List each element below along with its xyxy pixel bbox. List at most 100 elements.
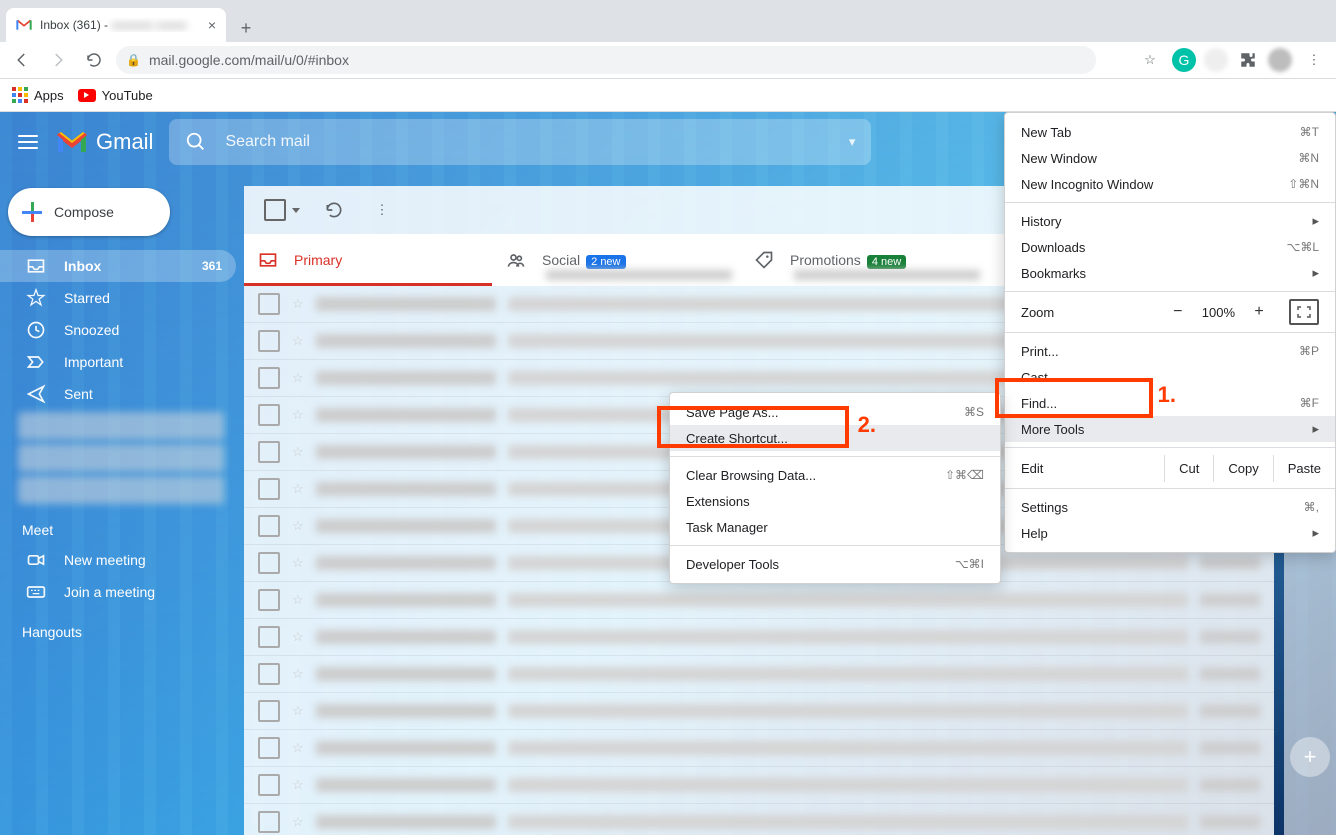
row-checkbox[interactable] [258, 700, 280, 722]
add-addon-button[interactable]: + [1290, 737, 1330, 777]
search-input[interactable] [223, 132, 832, 152]
category-tab-primary[interactable]: Primary [244, 234, 492, 286]
menu-item-task-manager[interactable]: Task Manager [670, 514, 1000, 540]
menu-item-find[interactable]: Find...⌘F [1005, 390, 1335, 416]
gmail-logo[interactable]: Gmail [56, 129, 153, 155]
sidebar-item-inbox[interactable]: Inbox361 [0, 250, 236, 282]
search-options-caret-icon[interactable]: ▾ [849, 134, 856, 150]
row-checkbox[interactable] [258, 478, 280, 500]
row-star-icon[interactable]: ☆ [292, 296, 304, 312]
row-star-icon[interactable]: ☆ [292, 555, 304, 571]
fullscreen-button[interactable] [1289, 299, 1319, 325]
edit-cut-button[interactable]: Cut [1165, 455, 1214, 482]
gmail-brand-text: Gmail [96, 129, 153, 155]
menu-item-shortcut: ⇧⌘N [1288, 177, 1319, 191]
menu-item-clear-browsing-data[interactable]: Clear Browsing Data...⇧⌘⌫ [670, 462, 1000, 488]
chrome-menu-button[interactable]: ⋮ [1300, 46, 1328, 74]
mail-row[interactable]: ☆ [244, 767, 1274, 804]
row-star-icon[interactable]: ☆ [292, 814, 304, 830]
menu-item-create-shortcut[interactable]: Create Shortcut... [670, 425, 1000, 451]
row-star-icon[interactable]: ☆ [292, 333, 304, 349]
close-tab-icon[interactable]: × [208, 17, 216, 33]
zoom-in-button[interactable]: + [1247, 300, 1271, 324]
omnibox[interactable]: 🔒 mail.google.com/mail/u/0/#inbox [116, 46, 1096, 74]
row-star-icon[interactable]: ☆ [292, 666, 304, 682]
refresh-button[interactable] [314, 190, 354, 230]
star-page-icon[interactable]: ☆ [1136, 46, 1164, 74]
menu-item-cast[interactable]: Cast... [1005, 364, 1335, 390]
submenu-arrow-icon: ▸ [1312, 525, 1319, 541]
edit-paste-button[interactable]: Paste [1274, 455, 1335, 482]
row-checkbox[interactable] [258, 774, 280, 796]
menu-item-new-tab[interactable]: New Tab⌘T [1005, 119, 1335, 145]
extension-icon-1[interactable]: G [1172, 48, 1196, 72]
mail-row[interactable]: ☆ [244, 730, 1274, 767]
row-star-icon[interactable]: ☆ [292, 629, 304, 645]
row-checkbox[interactable] [258, 737, 280, 759]
more-actions-button[interactable]: ⋮ [362, 190, 402, 230]
row-star-icon[interactable]: ☆ [292, 703, 304, 719]
row-star-icon[interactable]: ☆ [292, 592, 304, 608]
row-star-icon[interactable]: ☆ [292, 777, 304, 793]
menu-item-extensions[interactable]: Extensions [670, 488, 1000, 514]
extension-icon-2[interactable] [1204, 48, 1228, 72]
gmail-search-box[interactable]: ▾ [169, 119, 871, 165]
hamburger-menu-icon[interactable] [16, 130, 40, 154]
new-tab-button[interactable]: + [232, 14, 260, 42]
row-checkbox[interactable] [258, 811, 280, 833]
profile-avatar[interactable] [1268, 48, 1292, 72]
back-button[interactable] [8, 46, 36, 74]
row-checkbox[interactable] [258, 515, 280, 537]
menu-item-history[interactable]: History▸ [1005, 208, 1335, 234]
row-star-icon[interactable]: ☆ [292, 740, 304, 756]
mail-row[interactable]: ☆ [244, 582, 1274, 619]
youtube-bookmark[interactable]: YouTube [78, 88, 153, 103]
row-star-icon[interactable]: ☆ [292, 481, 304, 497]
menu-item-shortcut: ⌘, [1304, 500, 1319, 514]
extensions-puzzle-icon[interactable] [1236, 48, 1260, 72]
browser-tab-active[interactable]: Inbox (361) - xxxxxxx xxxxx × [6, 8, 226, 42]
menu-item-bookmarks[interactable]: Bookmarks▸ [1005, 260, 1335, 286]
menu-item-downloads[interactable]: Downloads⌥⌘L [1005, 234, 1335, 260]
edit-copy-button[interactable]: Copy [1214, 455, 1273, 482]
menu-item-new-incognito-window[interactable]: New Incognito Window⇧⌘N [1005, 171, 1335, 197]
category-tab-social[interactable]: Social2 new [492, 234, 740, 286]
mail-row[interactable]: ☆ [244, 619, 1274, 656]
meet-item[interactable]: Join a meeting [0, 576, 236, 608]
zoom-out-button[interactable]: − [1166, 300, 1190, 324]
category-tab-promotions[interactable]: Promotions4 new [740, 234, 988, 286]
menu-item-save-page-as[interactable]: Save Page As...⌘S [670, 399, 1000, 425]
sidebar-item-starred[interactable]: Starred [0, 282, 236, 314]
row-checkbox[interactable] [258, 626, 280, 648]
select-all-checkbox[interactable] [258, 193, 306, 227]
mail-row[interactable]: ☆ [244, 656, 1274, 693]
sidebar-item-sent[interactable]: Sent [0, 378, 236, 410]
mail-row[interactable]: ☆ [244, 693, 1274, 730]
row-checkbox[interactable] [258, 552, 280, 574]
row-checkbox[interactable] [258, 293, 280, 315]
row-checkbox[interactable] [258, 404, 280, 426]
compose-button[interactable]: Compose [8, 188, 170, 236]
menu-item-settings[interactable]: Settings⌘, [1005, 494, 1335, 520]
row-star-icon[interactable]: ☆ [292, 407, 304, 423]
meet-item[interactable]: New meeting [0, 544, 236, 576]
menu-item-help[interactable]: Help▸ [1005, 520, 1335, 546]
row-checkbox[interactable] [258, 330, 280, 352]
row-checkbox[interactable] [258, 441, 280, 463]
menu-item-more-tools[interactable]: More Tools▸ [1005, 416, 1335, 442]
row-star-icon[interactable]: ☆ [292, 370, 304, 386]
apps-bookmark[interactable]: Apps [12, 87, 64, 103]
sidebar-item-important[interactable]: Important [0, 346, 236, 378]
sidebar-item-snoozed[interactable]: Snoozed [0, 314, 236, 346]
menu-item-print[interactable]: Print...⌘P [1005, 338, 1335, 364]
menu-item-label: New Window [1021, 151, 1097, 166]
row-star-icon[interactable]: ☆ [292, 444, 304, 460]
row-star-icon[interactable]: ☆ [292, 518, 304, 534]
menu-item-new-window[interactable]: New Window⌘N [1005, 145, 1335, 171]
row-checkbox[interactable] [258, 367, 280, 389]
reload-button[interactable] [80, 46, 108, 74]
menu-item-developer-tools[interactable]: Developer Tools⌥⌘I [670, 551, 1000, 577]
mail-row[interactable]: ☆ [244, 804, 1274, 835]
row-checkbox[interactable] [258, 663, 280, 685]
row-checkbox[interactable] [258, 589, 280, 611]
